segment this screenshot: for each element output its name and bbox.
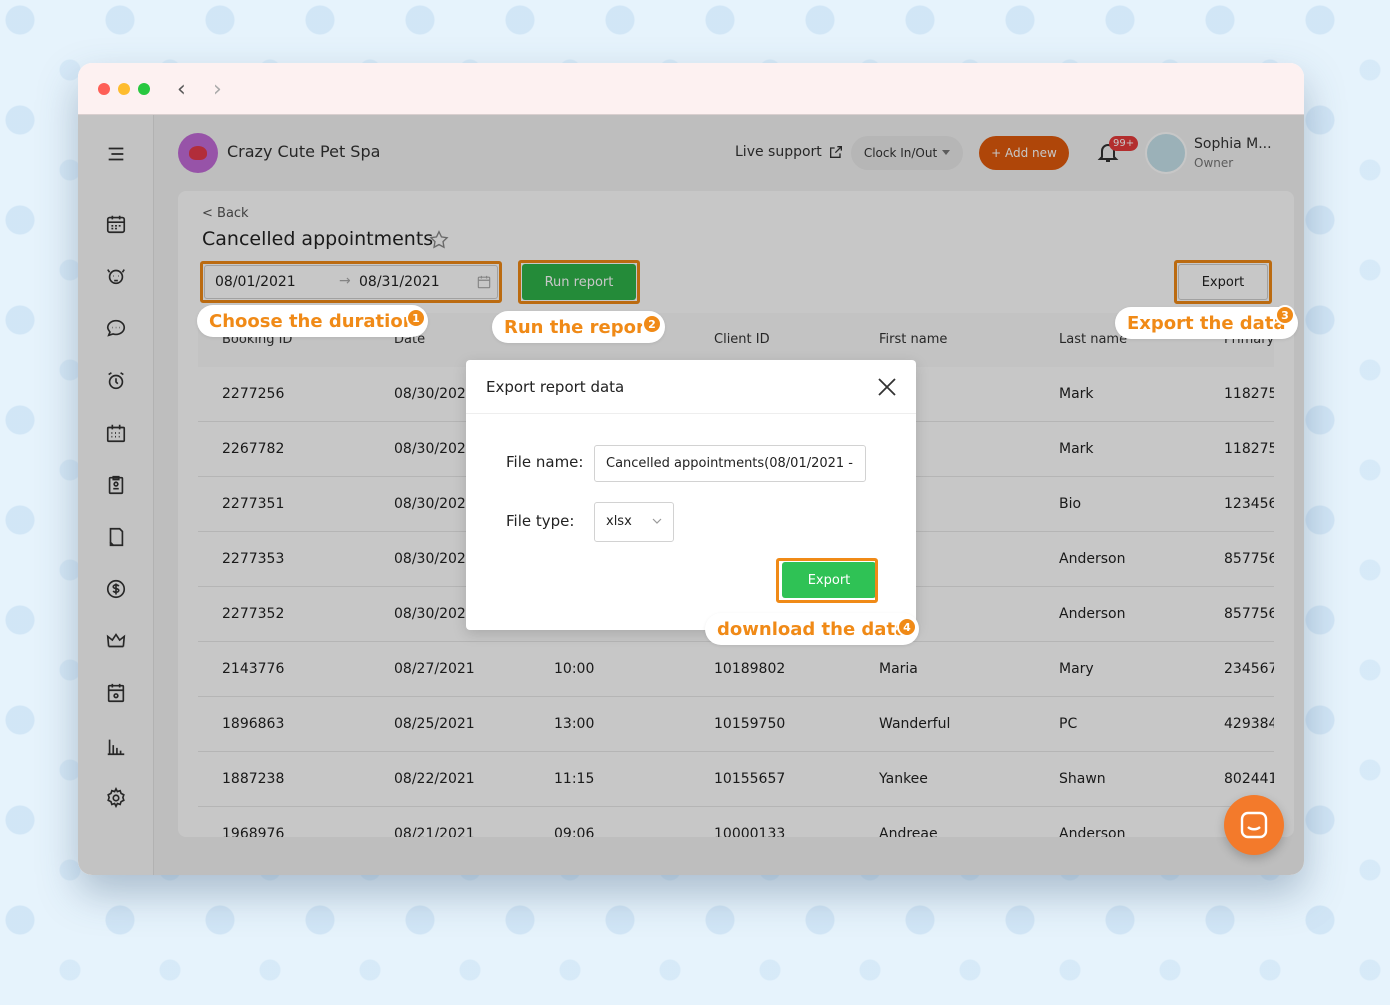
callout-download-data: download the data	[705, 613, 920, 645]
maximize-window-button[interactable]	[138, 83, 150, 95]
dialog-header: Export report data	[466, 360, 916, 414]
callout-choose-duration: Choose the duration	[197, 305, 428, 337]
chat-bubble-icon	[1240, 811, 1268, 839]
close-icon[interactable]	[876, 376, 898, 398]
callout-export-data: Export the data	[1115, 307, 1298, 339]
back-arrow-icon[interactable]: ‹	[177, 77, 186, 102]
dialog-title: Export report data	[486, 378, 625, 396]
file-type-value: xlsx	[606, 514, 632, 529]
step-badge: 2	[642, 314, 662, 334]
download-highlight	[776, 558, 878, 603]
callout-run-report: Run the report	[492, 311, 666, 343]
step-badge: 3	[1275, 305, 1295, 325]
step-badge: 1	[406, 308, 426, 328]
file-name-label: File name:	[506, 453, 584, 471]
file-type-label: File type:	[506, 512, 575, 530]
step-badge: 4	[897, 617, 917, 637]
browser-window: ‹ › Crazy Cute Pet Spa Live support Cloc…	[78, 63, 1304, 875]
close-window-button[interactable]	[98, 83, 110, 95]
file-type-select[interactable]: xlsx	[594, 502, 674, 542]
window-titlebar: ‹ ›	[78, 63, 1304, 115]
minimize-window-button[interactable]	[118, 83, 130, 95]
chat-launcher-button[interactable]	[1224, 795, 1284, 855]
file-name-input[interactable]: Cancelled appointments(08/01/2021 -	[594, 445, 866, 482]
forward-arrow-icon[interactable]: ›	[213, 77, 222, 102]
chevron-down-icon	[652, 518, 662, 524]
